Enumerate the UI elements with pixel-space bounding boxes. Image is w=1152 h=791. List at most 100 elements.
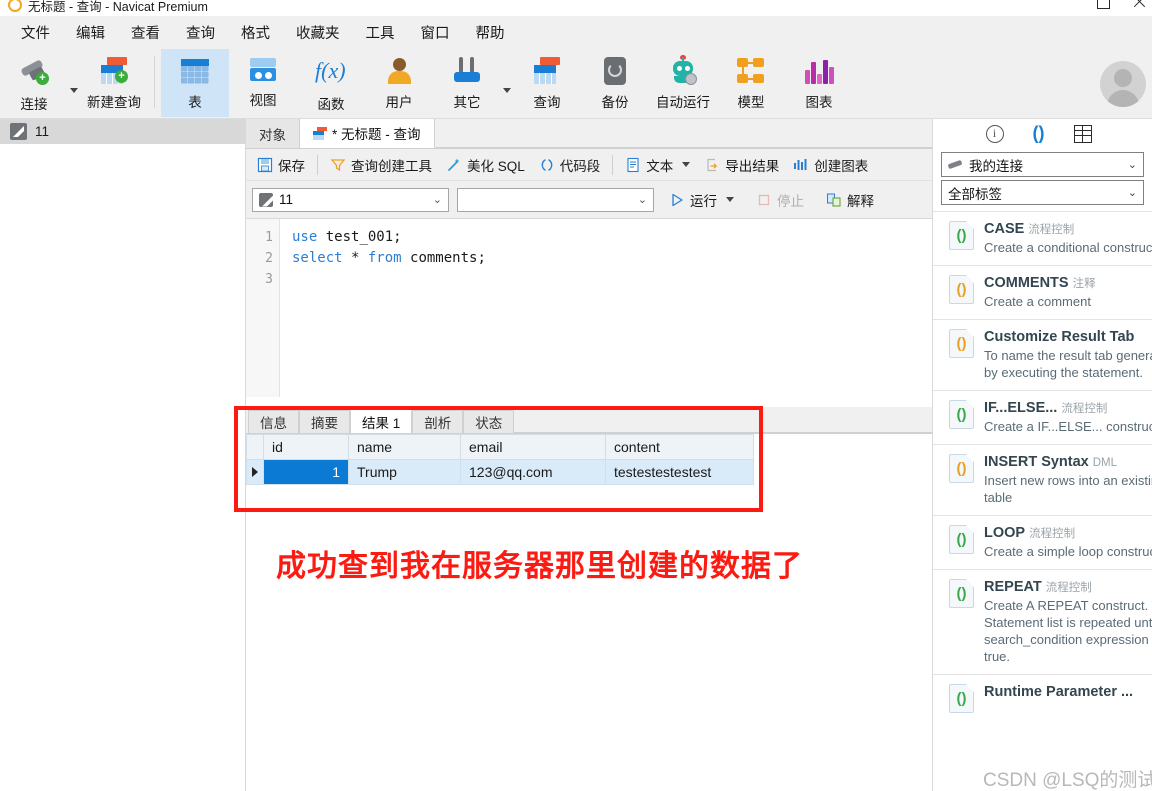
menu-item-edit[interactable]: 编辑 xyxy=(63,18,118,47)
database-icon xyxy=(259,192,273,207)
menu-item-help[interactable]: 帮助 xyxy=(463,18,518,47)
editor-code-area[interactable]: use test_001; select * from comments; xyxy=(280,219,932,397)
tab-objects[interactable]: 对象 xyxy=(246,119,300,148)
connection-dropdown-caret[interactable] xyxy=(68,49,80,117)
ribbon-button-connection[interactable]: + 连接 xyxy=(0,49,68,117)
column-header-name[interactable]: name xyxy=(348,434,461,460)
snippet-description: Insert new rows into an existing table xyxy=(984,473,1152,505)
ribbon-button-backup[interactable]: 备份 xyxy=(581,49,649,117)
run-dropdown-caret[interactable] xyxy=(726,197,734,202)
connection-chevron-down-icon: ⌄ xyxy=(1127,159,1137,171)
database-select-value: 11 xyxy=(279,192,294,207)
snippet-title-text: REPEAT xyxy=(984,579,1042,595)
snippet-description: To name the result tab generated by exec… xyxy=(984,348,1152,380)
menu-item-file[interactable]: 文件 xyxy=(8,18,63,47)
snippet-description: Create a comment xyxy=(984,294,1091,309)
result-tab-result-1[interactable]: 结果 1 xyxy=(350,407,413,433)
cell-email[interactable]: 123@qq.com xyxy=(460,459,606,485)
snippets-tag-select[interactable]: 全部标签 ⌄ xyxy=(941,180,1144,205)
ribbon-label-connection: 连接 xyxy=(20,97,48,112)
result-tab-status[interactable]: 状态 xyxy=(463,410,515,433)
result-grid[interactable]: id name email content 1 Trump 123@qq.com xyxy=(246,434,754,485)
snippet-tag: DML xyxy=(1092,457,1118,469)
code-line-2: select * from comments; xyxy=(292,248,932,269)
result-tab-profile[interactable]: 剖析 xyxy=(412,410,464,433)
snippet-tag: 流程控制 xyxy=(1028,224,1075,236)
menu-item-window[interactable]: 窗口 xyxy=(408,18,463,47)
table-grid-icon[interactable] xyxy=(1073,125,1092,143)
ribbon-button-model[interactable]: 模型 xyxy=(717,49,785,117)
query-icon xyxy=(532,57,562,85)
ribbon-label-model: 模型 xyxy=(737,95,765,110)
export-result-button[interactable]: 导出结果 xyxy=(697,152,786,178)
result-tab-info[interactable]: 信息 xyxy=(248,410,299,433)
snippets-paren-icon[interactable]: () xyxy=(1030,124,1048,143)
snippets-connection-select[interactable]: 我的连接 ⌄ xyxy=(941,152,1144,177)
other-dropdown-caret[interactable] xyxy=(501,49,513,117)
column-header-email[interactable]: email xyxy=(460,434,606,460)
text-dropdown-caret[interactable] xyxy=(682,162,691,167)
snippet-file-icon: () xyxy=(949,454,974,483)
snippet-description: Create a conditional construct xyxy=(984,240,1152,255)
editor-tabstrip: 对象 * 无标题 - 查询 xyxy=(246,119,932,149)
database-select[interactable]: 11 ⌄ xyxy=(252,187,449,212)
connection-item-11[interactable]: 11 xyxy=(0,119,245,144)
list-item[interactable]: () IF...ELSE... 流程控制 Create a IF...ELSE..… xyxy=(933,390,1152,444)
save-button[interactable]: 保存 xyxy=(250,152,312,178)
object-select[interactable]: ⌄ xyxy=(457,187,654,212)
query-builder-icon xyxy=(330,157,346,173)
list-item[interactable]: () COMMENTS 注释 Create a comment xyxy=(933,265,1152,319)
create-chart-button[interactable]: 创建图表 xyxy=(786,152,875,178)
list-item[interactable]: () LOOP 流程控制 Create a simple loop constru… xyxy=(933,515,1152,569)
tab-untitled-query[interactable]: * 无标题 - 查询 xyxy=(300,119,435,148)
sql-editor[interactable]: 1 2 3 use test_001; select * from commen… xyxy=(246,219,932,397)
explain-button[interactable]: 解释 xyxy=(819,187,881,213)
result-tab-summary[interactable]: 摘要 xyxy=(299,410,350,433)
beautify-sql-label: 美化 SQL xyxy=(467,158,525,174)
close-button[interactable] xyxy=(1132,0,1146,8)
editor-line-gutter: 1 2 3 xyxy=(246,219,280,397)
ribbon-button-chart[interactable]: 图表 xyxy=(785,49,853,117)
column-header-id[interactable]: id xyxy=(263,434,349,460)
list-item[interactable]: () REPEAT 流程控制 Create A REPEAT construct.… xyxy=(933,569,1152,674)
create-chart-bars-icon xyxy=(793,157,809,173)
info-icon[interactable]: i xyxy=(985,125,1004,143)
cell-id[interactable]: 1 xyxy=(263,459,349,485)
snippet-tag: 流程控制 xyxy=(1061,403,1108,415)
query-builder-button[interactable]: 查询创建工具 xyxy=(323,152,439,178)
connections-pane: 11 xyxy=(0,119,246,791)
list-item[interactable]: () CASE 流程控制 Create a conditional constru… xyxy=(933,211,1152,265)
list-item[interactable]: () INSERT Syntax DML Insert new rows into… xyxy=(933,444,1152,515)
ribbon-button-view[interactable]: 视图 xyxy=(229,49,297,117)
ribbon-button-table[interactable]: 表 xyxy=(161,49,229,117)
ribbon-button-query[interactable]: 查询 xyxy=(513,49,581,117)
list-item[interactable]: () Customize Result Tab To name the resu… xyxy=(933,319,1152,390)
column-header-content[interactable]: content xyxy=(605,434,754,460)
list-item[interactable]: () Runtime Parameter ... xyxy=(933,674,1152,722)
run-button[interactable]: 运行 xyxy=(662,187,741,213)
snippet-file-icon: () xyxy=(949,684,974,713)
table-row[interactable]: 1 Trump 123@qq.com testestestestest xyxy=(246,459,754,485)
cell-content[interactable]: testestestestest xyxy=(605,459,754,485)
snippet-title: IF...ELSE... 流程控制 xyxy=(984,400,1144,416)
user-avatar[interactable] xyxy=(1100,61,1146,107)
ribbon-button-new-query[interactable]: + 新建查询 xyxy=(80,49,148,117)
ribbon-button-other[interactable]: 其它 xyxy=(433,49,501,117)
menu-item-format[interactable]: 格式 xyxy=(228,18,283,47)
maximize-button[interactable] xyxy=(1096,0,1110,9)
menu-item-favorites[interactable]: 收藏夹 xyxy=(283,18,353,47)
save-disk-icon xyxy=(257,157,273,173)
ribbon-button-user[interactable]: 用户 xyxy=(365,49,433,117)
menu-item-tools[interactable]: 工具 xyxy=(353,18,408,47)
menu-item-view[interactable]: 查看 xyxy=(118,18,173,47)
snippets-button[interactable]: 代码段 xyxy=(532,152,608,178)
ribbon-button-function[interactable]: f(x) 函数 xyxy=(297,49,365,117)
cell-name[interactable]: Trump xyxy=(348,459,461,485)
menu-item-query[interactable]: 查询 xyxy=(173,18,228,47)
snippets-connection-value: 我的连接 xyxy=(969,158,1023,174)
window-title: 无标题 - 查询 - Navicat Premium xyxy=(28,0,208,14)
text-view-button[interactable]: 文本 xyxy=(618,152,697,178)
beautify-sql-button[interactable]: 美化 SQL xyxy=(439,152,532,178)
ribbon-button-automation[interactable]: 自动运行 xyxy=(649,49,717,117)
